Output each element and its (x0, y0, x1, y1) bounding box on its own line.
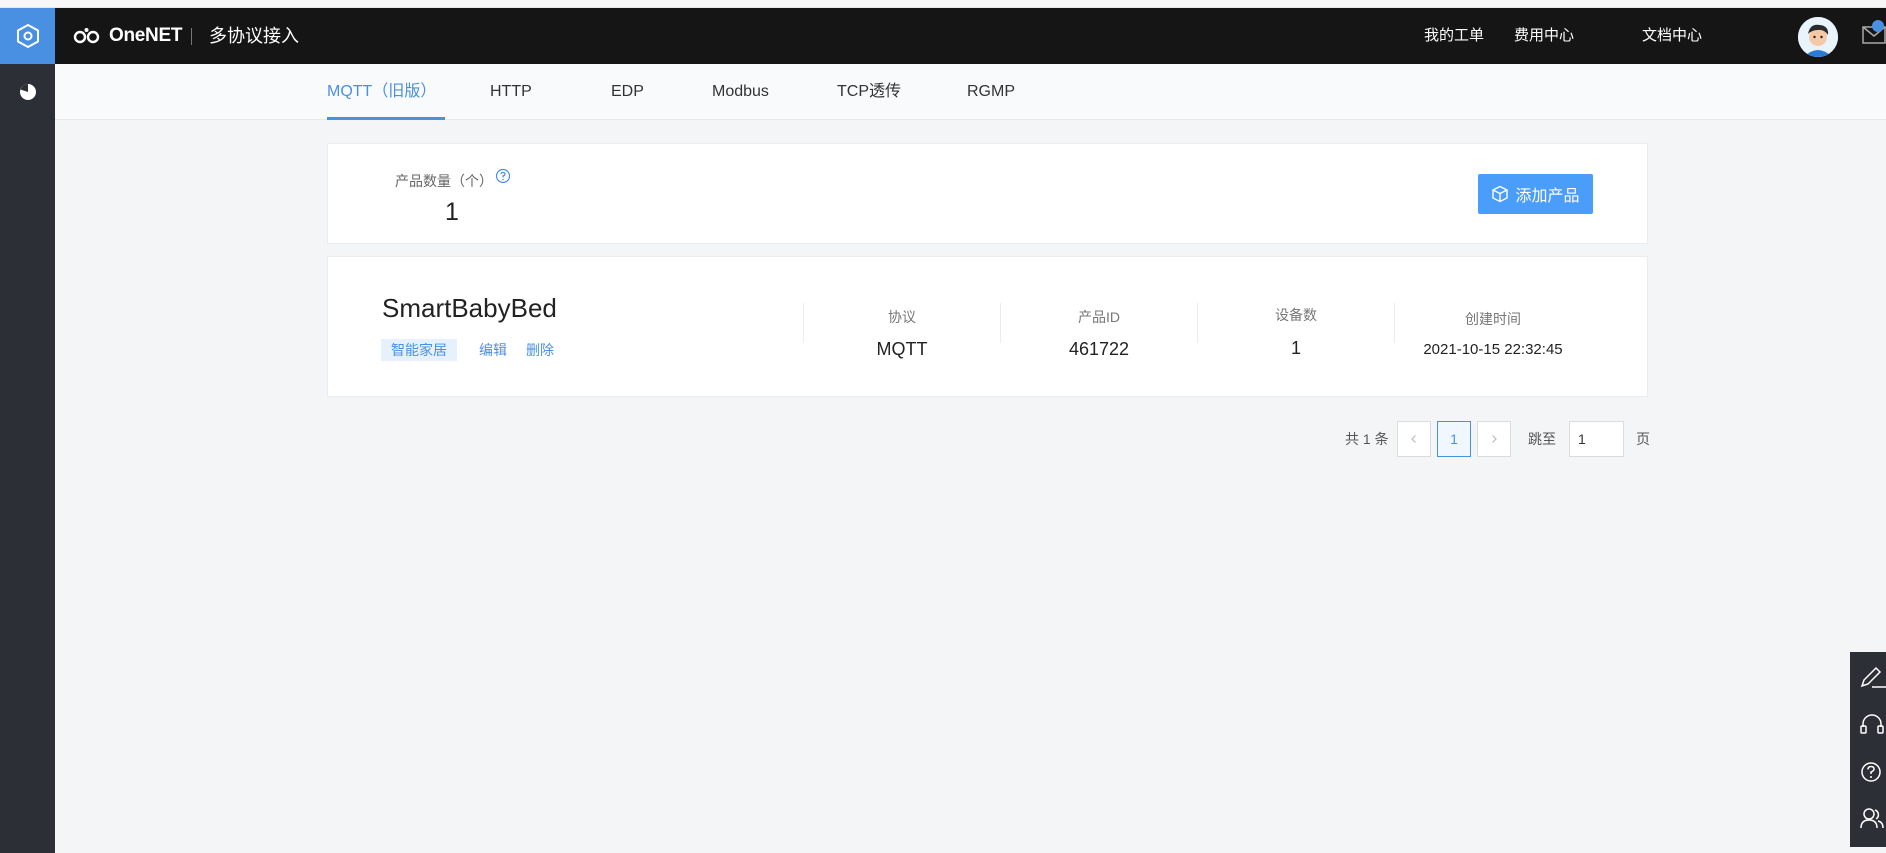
column-divider (1394, 303, 1395, 343)
user-avatar[interactable] (1798, 17, 1838, 57)
page-button-current[interactable]: 1 (1437, 421, 1471, 457)
link-my-tickets[interactable]: 我的工单 (1424, 8, 1484, 64)
product-count-value: 1 (445, 198, 459, 226)
delete-link[interactable]: 删除 (526, 339, 554, 361)
tab-edp[interactable]: EDP (611, 64, 644, 120)
protocol-label: 协议 (888, 309, 916, 325)
help-icon (1861, 762, 1881, 782)
protocol-tabs: MQTT（旧版） HTTP EDP Modbus TCP透传 RGMP (55, 64, 1886, 120)
header-divider (191, 28, 192, 45)
main-menu-button[interactable] (0, 8, 55, 64)
prev-page-button[interactable] (1397, 421, 1431, 457)
column-divider (1197, 303, 1198, 343)
next-page-button[interactable] (1477, 421, 1511, 457)
sidebar-item-overview[interactable] (18, 82, 38, 107)
users-icon (1860, 808, 1884, 829)
community-button[interactable] (1858, 804, 1886, 832)
customer-service-button[interactable] (1858, 711, 1886, 739)
chevron-right-icon (1492, 435, 1497, 443)
tab-tcp-passthrough[interactable]: TCP透传 (837, 64, 901, 120)
link-docs-center[interactable]: 文档中心 (1642, 8, 1702, 64)
device-count-value: 1 (1290, 338, 1301, 358)
tab-rgmp[interactable]: RGMP (967, 64, 1015, 120)
created-time-value: 2021-10-15 22:32:45 (1423, 341, 1563, 358)
question-circle-icon (495, 168, 511, 184)
device-count-label: 设备数 (1275, 307, 1317, 323)
link-billing-center[interactable]: 费用中心 (1514, 8, 1574, 64)
product-card[interactable]: SmartBabyBed 智能家居 编辑 删除 协议 MQTT 产品ID 461… (327, 256, 1648, 397)
unread-dot (1872, 20, 1884, 32)
pie-chart-icon (20, 84, 36, 100)
left-sidebar (0, 64, 55, 853)
created-time-label: 创建时间 (1465, 311, 1521, 327)
app-title: 多协议接入 (209, 26, 299, 46)
jump-page-input[interactable] (1569, 421, 1624, 457)
browser-top-strip (0, 0, 1886, 8)
onenet-logo[interactable]: OneNET (73, 8, 182, 64)
product-count-label: 产品数量（个） (395, 173, 493, 189)
logo-text: OneNET (109, 25, 183, 46)
tab-modbus[interactable]: Modbus (712, 64, 769, 120)
cube-icon (1492, 185, 1509, 203)
hexagon-icon (16, 23, 39, 49)
edit-icon (1860, 666, 1886, 688)
product-id-value: 461722 (1068, 339, 1130, 359)
add-product-button[interactable]: 添加产品 (1478, 174, 1593, 214)
product-id-label: 产品ID (1078, 309, 1120, 325)
column-divider (1000, 303, 1001, 343)
help-button[interactable] (1858, 758, 1886, 786)
top-header: OneNET 多协议接入 我的工单 费用中心 文档中心 (0, 8, 1886, 64)
jump-to-label: 跳至 (1528, 431, 1556, 447)
tab-mqtt-legacy[interactable]: MQTT（旧版） (327, 64, 446, 120)
floating-toolbar (1850, 652, 1886, 847)
add-product-label: 添加产品 (1515, 188, 1580, 205)
product-name[interactable]: SmartBabyBed (382, 293, 557, 324)
feedback-button[interactable] (1858, 664, 1886, 692)
category-tag: 智能家居 (381, 339, 457, 361)
product-count-card: 产品数量（个） 1 添加产品 (327, 143, 1648, 244)
page-suffix-label: 页 (1636, 431, 1650, 447)
headset-icon (1860, 714, 1884, 734)
tab-http[interactable]: HTTP (490, 64, 532, 120)
edit-link[interactable]: 编辑 (479, 339, 507, 361)
pagination-total: 共 1 条 (1345, 431, 1389, 447)
onenet-logo-icon (73, 28, 100, 44)
column-divider (803, 303, 804, 343)
avatar-icon (1798, 17, 1838, 57)
help-tooltip-button[interactable] (495, 168, 511, 189)
chevron-left-icon (1411, 435, 1416, 443)
protocol-value: MQTT (876, 339, 928, 359)
